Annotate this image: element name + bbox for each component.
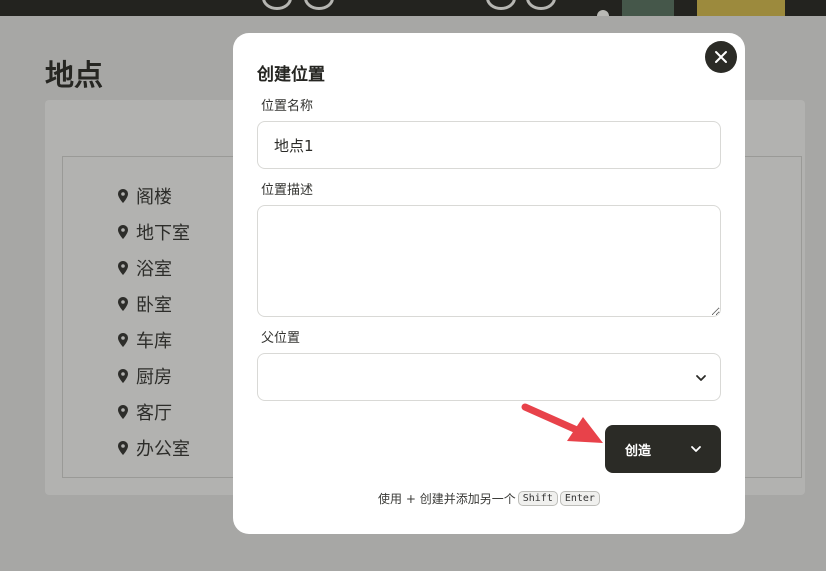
- location-list: 阁楼地下室浴室卧室车库厨房客厅办公室: [118, 178, 190, 466]
- decorative-block: [622, 0, 674, 16]
- shift-key-badge: Shift: [517, 491, 558, 506]
- chevron-down-icon: [696, 375, 706, 381]
- decorative-shape: [304, 0, 334, 10]
- decorative-block: [697, 0, 785, 16]
- chevron-down-icon: [691, 446, 701, 452]
- parent-location-label: 父位置: [261, 331, 301, 346]
- page-title: 地点: [45, 58, 104, 92]
- location-item[interactable]: 车库: [118, 322, 190, 358]
- map-pin-icon: [118, 369, 128, 383]
- location-item[interactable]: 厨房: [118, 358, 190, 394]
- create-options-button[interactable]: [671, 425, 721, 473]
- decorative-shape: [262, 0, 292, 10]
- map-pin-icon: [118, 189, 128, 203]
- map-pin-icon: [118, 333, 128, 347]
- location-item[interactable]: 浴室: [118, 250, 190, 286]
- location-name-input[interactable]: [257, 121, 721, 169]
- decorative-shape: [486, 0, 516, 10]
- location-item[interactable]: 地下室: [118, 214, 190, 250]
- top-navigation-bar: [0, 0, 826, 16]
- location-description-label: 位置描述: [261, 183, 314, 198]
- close-icon: [715, 51, 727, 63]
- location-label: 厨房: [136, 367, 172, 388]
- close-button[interactable]: [705, 41, 737, 73]
- location-item[interactable]: 阁楼: [118, 178, 190, 214]
- location-label: 车库: [136, 331, 172, 352]
- location-label: 卧室: [136, 295, 172, 316]
- location-label: 阁楼: [136, 187, 172, 208]
- decorative-dot: [597, 10, 609, 16]
- location-name-label: 位置名称: [261, 99, 314, 114]
- location-item[interactable]: 卧室: [118, 286, 190, 322]
- location-label: 办公室: [136, 439, 190, 460]
- keyboard-shortcut-hint: 使用 + 创建并添加另一个 Shift Enter: [233, 490, 745, 507]
- location-label: 客厅: [136, 403, 172, 424]
- location-label: 地下室: [136, 223, 190, 244]
- map-pin-icon: [118, 297, 128, 311]
- create-split-button: 创造: [605, 425, 721, 473]
- map-pin-icon: [118, 405, 128, 419]
- location-description-textarea[interactable]: [257, 205, 721, 317]
- decorative-shape: [526, 0, 556, 10]
- arrow-icon: [521, 403, 603, 443]
- hint-text: 使用 + 创建并添加另一个: [378, 492, 516, 506]
- dialog-title: 创建位置: [257, 65, 325, 85]
- location-item[interactable]: 客厅: [118, 394, 190, 430]
- parent-location-select[interactable]: [257, 353, 721, 401]
- map-pin-icon: [118, 225, 128, 239]
- map-pin-icon: [118, 261, 128, 275]
- enter-key-badge: Enter: [559, 491, 600, 506]
- location-label: 浴室: [136, 259, 172, 280]
- create-location-dialog: 创建位置 位置名称 位置描述 父位置 创造 使用 + 创建并添加另一个 Shif…: [233, 33, 745, 534]
- create-button[interactable]: 创造: [605, 425, 671, 473]
- location-item[interactable]: 办公室: [118, 430, 190, 466]
- map-pin-icon: [118, 441, 128, 455]
